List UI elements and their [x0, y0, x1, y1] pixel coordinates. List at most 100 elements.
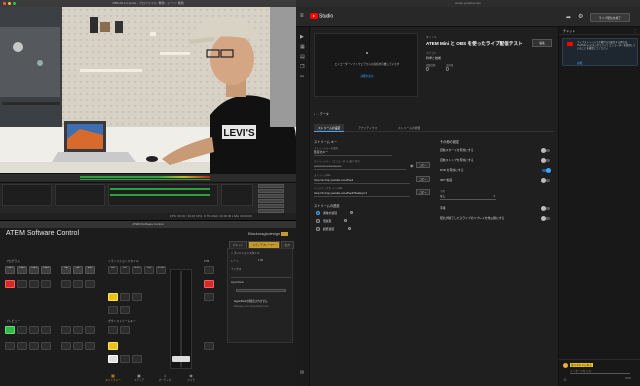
stream-key-field[interactable]: ••••••••••••••••••••••••••••	[314, 164, 406, 170]
program-black-button[interactable]: Blk	[73, 266, 83, 274]
tab-analytics[interactable]: アナリティクス	[354, 124, 381, 132]
scenes-list[interactable]	[2, 184, 52, 206]
program-cam4-button[interactable]: Cam4	[41, 266, 51, 274]
program-cam3-button[interactable]: Cam3	[29, 266, 39, 274]
help-icon[interactable]: ?	[344, 219, 347, 222]
chat-card-link[interactable]: 詳細	[577, 61, 582, 65]
data-row[interactable]: ▪ ⋯ データ	[314, 112, 329, 116]
chat-input[interactable]: メッセージを入力...	[570, 369, 630, 374]
program-bus-cam3-button[interactable]	[29, 280, 39, 288]
start-streaming-button[interactable]	[258, 184, 284, 188]
tab-stream-health[interactable]: ストリームの状態	[394, 124, 424, 132]
replay-private-toggle[interactable]	[541, 216, 550, 221]
zoom-window-icon[interactable]	[13, 2, 16, 5]
preview-details-link[interactable]: 詳細を表示	[321, 74, 413, 78]
caption-select[interactable]: なし ▾	[440, 194, 496, 200]
preview-black-label[interactable]	[73, 342, 83, 350]
backup-url-field[interactable]: rtmp://b.rtmp.youtube.com/live2?backup=1	[314, 191, 410, 197]
preview-bus-cam3-button[interactable]	[29, 326, 39, 334]
ftb-rate-button[interactable]	[204, 293, 214, 301]
rp-slider[interactable]	[236, 289, 286, 292]
preview-still-label[interactable]	[61, 342, 71, 350]
dsk1-rate-button[interactable]	[120, 326, 130, 334]
program-cam1-button[interactable]: Cam1	[5, 266, 15, 274]
program-cam2-button[interactable]: Cam2	[17, 266, 27, 274]
latency-ultralow-radio[interactable]	[316, 227, 320, 231]
program-bus-black-button[interactable]	[73, 280, 83, 288]
preview-bus-black-button[interactable]	[73, 326, 83, 334]
minimize-window-icon[interactable]	[8, 2, 11, 5]
virtual-camera-button[interactable]	[258, 194, 284, 198]
next-bkgd-button[interactable]	[108, 293, 118, 301]
copy-icon[interactable]: ❐	[300, 65, 306, 70]
clip-icon[interactable]: ✂	[300, 75, 306, 80]
transition-mix-button[interactable]: MIX	[108, 266, 118, 274]
gear-icon[interactable]: ⚙	[578, 13, 583, 20]
nav-switcher[interactable]: ▦ スイッチャー	[102, 373, 124, 382]
preview-cam4-label[interactable]	[41, 342, 51, 350]
on-air-button[interactable]	[120, 306, 130, 314]
yt-studio-logo[interactable]: Studio	[310, 13, 333, 19]
video-360-toggle[interactable]	[541, 178, 550, 183]
calendar-icon[interactable]: ▤	[300, 55, 306, 60]
next-key1-button[interactable]	[120, 293, 130, 301]
auto-button[interactable]	[120, 355, 130, 363]
studio-mode-button[interactable]	[258, 199, 284, 203]
sources-list[interactable]	[55, 184, 105, 206]
preview-bus-still-button[interactable]	[61, 326, 71, 334]
preview-bus-cam4-button[interactable]	[41, 326, 51, 334]
start-recording-button[interactable]	[258, 189, 284, 193]
end-stream-button[interactable]: ライブ配信を終了	[590, 13, 630, 22]
hamburger-menu-icon[interactable]: ≡	[300, 13, 304, 19]
program-bars-button[interactable]: Bars	[85, 266, 95, 274]
help-icon[interactable]: ?	[350, 211, 353, 214]
share-icon[interactable]: ➦	[566, 14, 571, 21]
grid-icon[interactable]: ▦	[300, 45, 306, 50]
program-bus-still-button[interactable]	[61, 280, 71, 288]
ftb-active-button[interactable]	[204, 280, 214, 288]
auto-start-toggle[interactable]	[541, 148, 550, 153]
ftb-button[interactable]	[204, 266, 214, 274]
feedback-icon[interactable]: ✉	[300, 371, 306, 376]
reveal-icon[interactable]: ◉	[410, 163, 414, 168]
preview-bus-cam2-button[interactable]	[17, 326, 27, 334]
program-bus-cam1-button[interactable]	[5, 280, 15, 288]
dsk1-tie-button[interactable]	[108, 326, 118, 334]
cut-button[interactable]	[108, 355, 118, 363]
transition-dve-button[interactable]: DVE	[144, 266, 154, 274]
settings-button[interactable]	[258, 204, 284, 208]
edit-button[interactable]: 編集	[532, 39, 552, 47]
tab-stream-settings[interactable]: ストリームの設定	[314, 124, 345, 132]
captions-toggle[interactable]	[541, 206, 550, 211]
transition-sting-button[interactable]: STING	[156, 266, 166, 274]
latency-normal-radio[interactable]	[316, 211, 320, 215]
preview-cam1-label[interactable]	[5, 342, 15, 350]
dsk1-auto-button[interactable]	[108, 342, 118, 350]
help-icon[interactable]: ?	[348, 227, 351, 230]
transition-dip-button[interactable]: DIP	[120, 266, 130, 274]
rp-rate-value[interactable]: 1:00	[258, 259, 263, 262]
preview-bars-label[interactable]	[85, 342, 95, 350]
key-select-dropdown[interactable]: 既定のキー	[314, 150, 392, 156]
close-window-icon[interactable]	[3, 2, 6, 5]
nav-audio[interactable]: ♫ オーディオ	[154, 373, 176, 382]
preview-cam2-label[interactable]	[17, 342, 27, 350]
preview-bus-cam1-button[interactable]	[5, 326, 15, 334]
more-options-icon[interactable]: ⋮	[633, 28, 637, 33]
copy-url-button[interactable]: コピー	[416, 176, 430, 182]
program-bus-cam2-button[interactable]	[17, 280, 27, 288]
preview-bus-bars-button[interactable]	[85, 326, 95, 334]
emoji-icon[interactable]: ☺	[563, 377, 567, 382]
t-bar-handle[interactable]	[172, 356, 190, 362]
auto-stop-toggle[interactable]	[541, 158, 550, 163]
copy-backup-button[interactable]: コピー	[416, 189, 430, 195]
browser-address-bar[interactable]: studio.youtube.com	[296, 0, 640, 7]
audio-follow-button[interactable]	[204, 342, 214, 350]
preview-cam3-label[interactable]	[29, 342, 39, 350]
transition-wipe-button[interactable]: WIPE	[132, 266, 142, 274]
latency-low-radio[interactable]	[316, 219, 320, 223]
dvr-toggle[interactable]	[542, 168, 551, 173]
transitions-panel[interactable]	[221, 184, 253, 206]
program-bus-bars-button[interactable]	[85, 280, 95, 288]
next-dsk-button[interactable]	[132, 293, 142, 301]
